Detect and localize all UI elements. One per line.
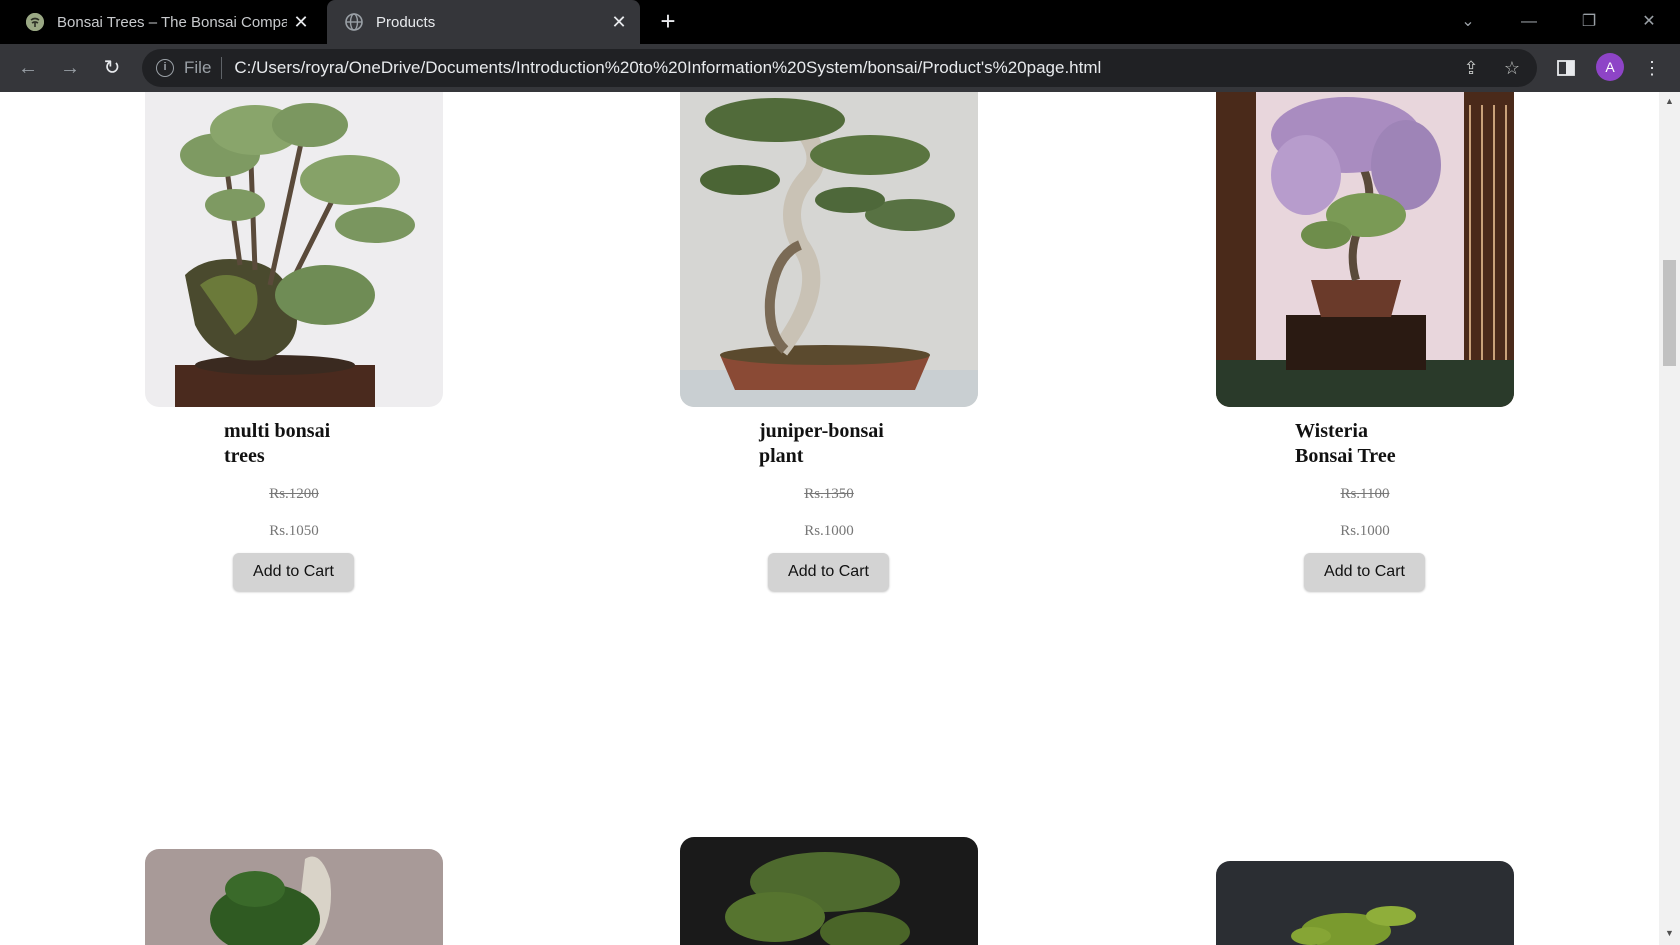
tab-products[interactable]: Products ✕ bbox=[327, 0, 640, 44]
bookmark-star-icon[interactable]: ☆ bbox=[1501, 57, 1523, 79]
address-scheme: File bbox=[184, 58, 212, 77]
scroll-up-icon[interactable]: ▲ bbox=[1664, 96, 1675, 106]
original-price: Rs.1200 bbox=[269, 486, 319, 502]
address-divider bbox=[221, 57, 223, 79]
profile-avatar[interactable]: A bbox=[1596, 53, 1624, 81]
close-tab-icon[interactable]: ✕ bbox=[610, 13, 628, 31]
reload-icon[interactable]: ↻ bbox=[100, 56, 124, 80]
product-image-multi-bonsai bbox=[145, 92, 443, 407]
add-to-cart-button[interactable]: Add to Cart bbox=[1304, 553, 1425, 591]
product-card: multi bonsai trees Rs.1200 Rs.1050 Add t… bbox=[145, 92, 443, 591]
scrollbar-thumb[interactable] bbox=[1663, 260, 1676, 366]
restore-icon[interactable]: ❐ bbox=[1577, 10, 1601, 34]
product-image-wisteria-bonsai bbox=[1216, 92, 1514, 407]
share-icon[interactable]: ⇪ bbox=[1460, 57, 1482, 79]
sale-price: Rs.1000 bbox=[804, 523, 854, 539]
forward-arrow-icon[interactable]: → bbox=[58, 56, 82, 80]
sale-price: Rs.1000 bbox=[1340, 523, 1390, 539]
browser-toolbar: ← → ↻ i File C:/Users/royra/OneDrive/Doc… bbox=[0, 44, 1680, 92]
side-panel-icon[interactable] bbox=[1554, 56, 1578, 80]
minimize-icon[interactable]: — bbox=[1517, 10, 1541, 34]
tab-title: Bonsai Trees – The Bonsai Compa bbox=[57, 13, 287, 31]
info-icon[interactable]: i bbox=[156, 59, 174, 77]
product-name: Wisteria Bonsai Tree bbox=[1295, 420, 1396, 467]
tab-bonsai-trees[interactable]: Bonsai Trees – The Bonsai Compa ✕ bbox=[8, 0, 322, 44]
original-price: Rs.1350 bbox=[804, 486, 854, 502]
add-to-cart-button[interactable]: Add to Cart bbox=[768, 553, 889, 591]
product-name: juniper-bonsai plant bbox=[759, 420, 884, 467]
address-bar[interactable]: i File C:/Users/royra/OneDrive/Documents… bbox=[142, 49, 1537, 87]
product-image-row2-3 bbox=[1216, 861, 1514, 945]
product-image-juniper-bonsai bbox=[680, 92, 978, 407]
product-card: Wisteria Bonsai Tree Rs.1100 Rs.1000 Add… bbox=[1216, 92, 1514, 591]
tab-strip: Bonsai Trees – The Bonsai Compa ✕ Produc… bbox=[0, 0, 1680, 44]
tab-title: Products bbox=[376, 13, 436, 31]
tab-search-icon[interactable]: ⌄ bbox=[1456, 10, 1480, 34]
original-price: Rs.1100 bbox=[1340, 486, 1390, 502]
product-card: juniper-bonsai plant Rs.1350 Rs.1000 Add… bbox=[680, 92, 978, 591]
address-url[interactable]: C:/Users/royra/OneDrive/Documents/Introd… bbox=[234, 58, 1101, 78]
back-arrow-icon[interactable]: ← bbox=[16, 56, 40, 80]
page-scrollbar[interactable]: ▲ ▼ bbox=[1659, 92, 1680, 945]
product-image-row2-1 bbox=[145, 849, 443, 945]
product-name: multi bonsai trees bbox=[224, 420, 331, 467]
product-image-row2-2 bbox=[680, 837, 978, 945]
new-tab-icon[interactable]: + bbox=[656, 8, 680, 34]
close-window-icon[interactable]: ✕ bbox=[1637, 10, 1661, 34]
scroll-down-icon[interactable]: ▼ bbox=[1664, 928, 1675, 938]
close-tab-icon[interactable]: ✕ bbox=[292, 13, 310, 31]
site-favicon-icon bbox=[26, 13, 44, 31]
sale-price: Rs.1050 bbox=[269, 523, 319, 539]
add-to-cart-button[interactable]: Add to Cart bbox=[233, 553, 354, 591]
menu-kebab-icon[interactable]: ⋮ bbox=[1640, 56, 1664, 80]
globe-icon bbox=[345, 13, 363, 31]
page-viewport: multi bonsai trees Rs.1200 Rs.1050 Add t… bbox=[0, 92, 1659, 945]
